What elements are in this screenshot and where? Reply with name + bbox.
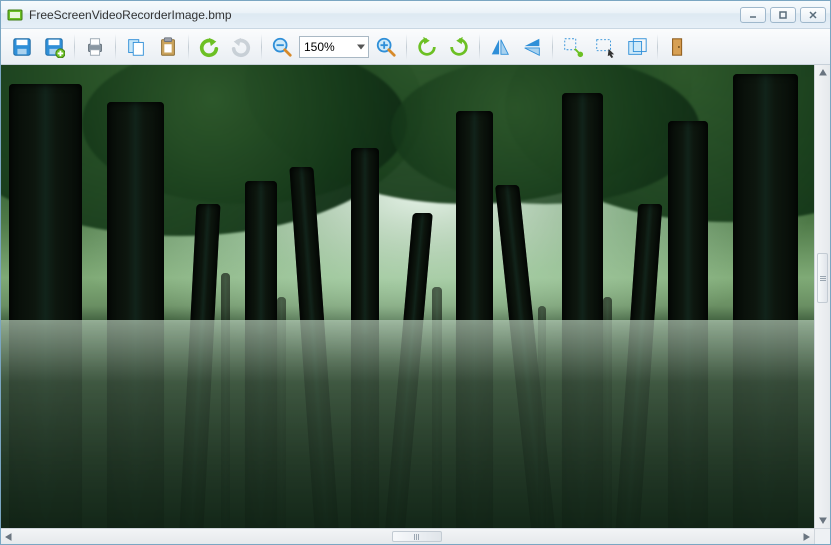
close-button[interactable] <box>800 7 826 23</box>
zoom-out-button[interactable] <box>267 32 297 62</box>
vertical-scroll-thumb[interactable] <box>817 253 828 303</box>
app-window: FreeScreenVideoRecorderImage.bmp <box>0 0 831 545</box>
toolbar-separator <box>552 34 553 60</box>
horizontal-scroll-thumb[interactable] <box>392 531 442 542</box>
content-area <box>1 65 830 544</box>
flip-vertical-button[interactable] <box>517 32 547 62</box>
rotate-right-button[interactable] <box>444 32 474 62</box>
minimize-button[interactable] <box>740 7 766 23</box>
dropdown-caret-icon[interactable] <box>357 44 365 49</box>
exit-button[interactable] <box>663 32 693 62</box>
window-controls <box>740 7 826 23</box>
scroll-corner <box>814 528 830 544</box>
app-icon <box>7 7 23 23</box>
vertical-scroll-track[interactable] <box>815 81 830 512</box>
resize-button[interactable] <box>558 32 588 62</box>
save-button[interactable] <box>7 32 37 62</box>
scroll-up-button[interactable] <box>815 65 831 81</box>
toolbar-separator <box>479 34 480 60</box>
toolbar-separator <box>261 34 262 60</box>
zoom-in-button[interactable] <box>371 32 401 62</box>
titlebar[interactable]: FreeScreenVideoRecorderImage.bmp <box>1 1 830 29</box>
image-canvas[interactable] <box>1 65 814 528</box>
flip-horizontal-button[interactable] <box>485 32 515 62</box>
copy-button[interactable] <box>121 32 151 62</box>
save-as-button[interactable] <box>39 32 69 62</box>
zoom-level-value: 150% <box>304 40 335 54</box>
crop-button[interactable] <box>622 32 652 62</box>
toolbar-separator <box>657 34 658 60</box>
horizontal-scrollbar[interactable] <box>1 528 814 544</box>
horizontal-scroll-track[interactable] <box>17 529 798 544</box>
image-content <box>1 65 814 528</box>
paste-button[interactable] <box>153 32 183 62</box>
toolbar-separator <box>188 34 189 60</box>
vertical-scrollbar[interactable] <box>814 65 830 528</box>
scroll-left-button[interactable] <box>1 529 17 545</box>
zoom-level-input[interactable]: 150% <box>299 36 369 58</box>
scroll-right-button[interactable] <box>798 529 814 545</box>
toolbar-separator <box>74 34 75 60</box>
toolbar: 150% <box>1 29 830 65</box>
toolbar-separator <box>406 34 407 60</box>
rotate-left-button[interactable] <box>412 32 442 62</box>
print-button[interactable] <box>80 32 110 62</box>
select-button[interactable] <box>590 32 620 62</box>
maximize-button[interactable] <box>770 7 796 23</box>
window-title: FreeScreenVideoRecorderImage.bmp <box>29 8 740 22</box>
redo-button <box>226 32 256 62</box>
scroll-down-button[interactable] <box>815 512 831 528</box>
undo-button[interactable] <box>194 32 224 62</box>
toolbar-separator <box>115 34 116 60</box>
